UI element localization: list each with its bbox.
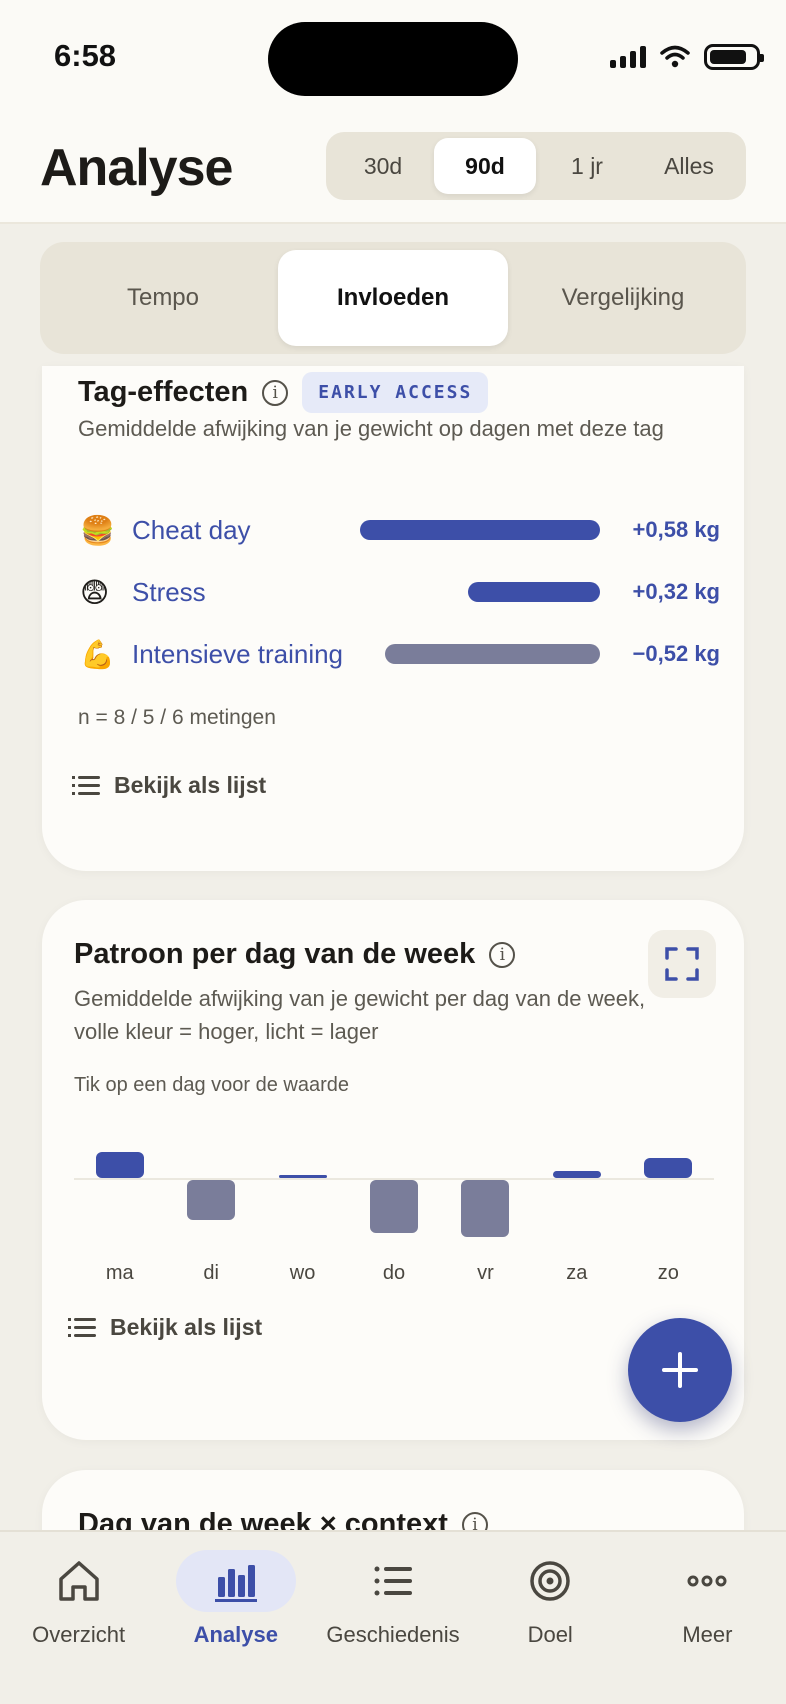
nav-label: Analyse <box>193 1622 278 1647</box>
weekday-bar-di[interactable] <box>187 1180 236 1220</box>
tag-row-cheat-day[interactable]: 🍔 Cheat day +0,58 kg <box>80 508 720 552</box>
range-30d[interactable]: 30d <box>332 138 434 194</box>
list-icon <box>333 1550 453 1612</box>
weekday-labels: ma di wo do vr za zo <box>74 1262 714 1292</box>
weekday-label: wo <box>289 1262 316 1284</box>
nav-label: Meer <box>682 1622 733 1647</box>
nav-item-geschiedenis[interactable]: Geschiedenis <box>314 1532 471 1704</box>
tab-vergelijking[interactable]: Vergelijking <box>508 250 738 346</box>
expand-icon <box>665 947 699 981</box>
weekday-pattern-header: Patroon per dag van de week i <box>74 938 516 971</box>
range-alles[interactable]: Alles <box>638 138 740 194</box>
weekday-pattern-description: Gemiddelde afwijking van je gewicht per … <box>74 986 646 1044</box>
weekday-pattern-title: Patroon per dag van de week <box>74 938 476 970</box>
weekday-bar-wo[interactable] <box>278 1175 327 1178</box>
tag-value: +0,58 kg <box>632 517 720 542</box>
range-selector: 30d 90d 1 jr Alles <box>326 132 746 200</box>
more-dots-icon <box>647 1550 767 1612</box>
tag-label: Cheat day <box>132 514 251 545</box>
nav-item-overzicht[interactable]: Overzicht <box>0 1532 157 1704</box>
fearful-face-icon: 😨 <box>80 576 110 608</box>
early-access-badge: EARLY ACCESS <box>302 372 489 413</box>
tap-hint: Tik op een dag voor de waarde <box>74 1074 349 1096</box>
plus-icon <box>662 1352 698 1388</box>
tag-label: Stress <box>132 576 206 607</box>
weekday-label: do <box>382 1262 406 1284</box>
page-title: Analyse <box>40 139 233 197</box>
info-icon[interactable]: i <box>489 941 516 968</box>
view-as-list-link[interactable]: Bekijk als lijst <box>72 772 267 799</box>
dynamic-island <box>268 22 518 96</box>
tag-effects-card: Tag-effecten i EARLY ACCESS Gemiddelde a… <box>42 366 744 871</box>
tag-effects-header: Tag-effecten i EARLY ACCESS <box>78 372 489 413</box>
weekday-bar-do[interactable] <box>370 1180 418 1233</box>
tag-bar <box>467 582 600 602</box>
tag-row-stress[interactable]: 😨 Stress +0,32 kg <box>80 570 720 614</box>
tag-label: Intensieve training <box>132 638 344 669</box>
tag-value: +0,32 kg <box>632 579 720 604</box>
status-bar: 6:58 <box>0 0 786 118</box>
analysis-tabs: Tempo Invloeden Vergelijking <box>40 242 746 354</box>
wifi-icon <box>660 45 690 68</box>
sample-count: n = 8 / 5 / 6 metingen <box>78 706 276 729</box>
tag-effects-title: Tag-effecten <box>78 376 249 408</box>
view-as-list-label: Bekijk als lijst <box>114 772 267 798</box>
nav-label: Geschiedenis <box>326 1622 460 1647</box>
burger-icon: 🍔 <box>80 514 115 546</box>
list-icon <box>72 776 100 795</box>
tag-row-intensieve-training[interactable]: 💪 Intensieve training −0,52 kg <box>80 632 720 676</box>
view-as-list-label: Bekijk als lijst <box>110 1314 263 1340</box>
status-icons <box>610 44 764 70</box>
weekday-label: zo <box>657 1262 679 1284</box>
flexed-biceps-icon: 💪 <box>80 638 115 670</box>
nav-item-analyse[interactable]: Analyse <box>157 1532 314 1704</box>
add-entry-button[interactable] <box>628 1318 732 1422</box>
home-icon <box>19 1550 139 1612</box>
weekday-bar-zo[interactable] <box>644 1158 693 1178</box>
tag-effects-description: Gemiddelde afwijking van je gewicht op d… <box>78 416 664 441</box>
signal-icon <box>610 46 646 68</box>
status-time: 6:58 <box>54 38 117 73</box>
expand-button[interactable] <box>648 930 716 998</box>
weekday-label: ma <box>105 1262 134 1284</box>
range-90d[interactable]: 90d <box>434 138 536 194</box>
weekday-label: za <box>566 1262 588 1284</box>
weekday-bar-ma[interactable] <box>95 1151 144 1178</box>
list-icon <box>68 1318 96 1337</box>
weekday-bar-vr[interactable] <box>461 1180 510 1238</box>
tag-bar <box>360 520 600 540</box>
battery-icon <box>704 44 764 70</box>
nav-item-meer[interactable]: Meer <box>629 1532 786 1704</box>
nav-label: Overzicht <box>32 1622 126 1647</box>
view-as-list-link[interactable]: Bekijk als lijst <box>68 1314 263 1341</box>
nav-label: Doel <box>527 1622 573 1647</box>
tab-invloeden[interactable]: Invloeden <box>278 250 508 346</box>
info-icon[interactable]: i <box>262 379 289 406</box>
tag-value: −0,52 kg <box>632 641 720 666</box>
weekday-bar-za[interactable] <box>552 1171 601 1178</box>
nav-item-doel[interactable]: Doel <box>472 1532 629 1704</box>
header: Analyse 30d 90d 1 jr Alles <box>0 118 786 224</box>
bar-chart-icon <box>175 1550 296 1612</box>
weekday-chart <box>74 1100 714 1238</box>
range-1jr[interactable]: 1 jr <box>536 138 638 194</box>
bottom-nav: Overzicht Analyse Geschiedenis Doel Meer <box>0 1530 786 1704</box>
target-icon <box>490 1550 610 1612</box>
tab-tempo[interactable]: Tempo <box>48 250 278 346</box>
weekday-label: vr <box>477 1262 494 1284</box>
tag-bar <box>384 644 600 664</box>
weekday-label: di <box>203 1262 219 1284</box>
